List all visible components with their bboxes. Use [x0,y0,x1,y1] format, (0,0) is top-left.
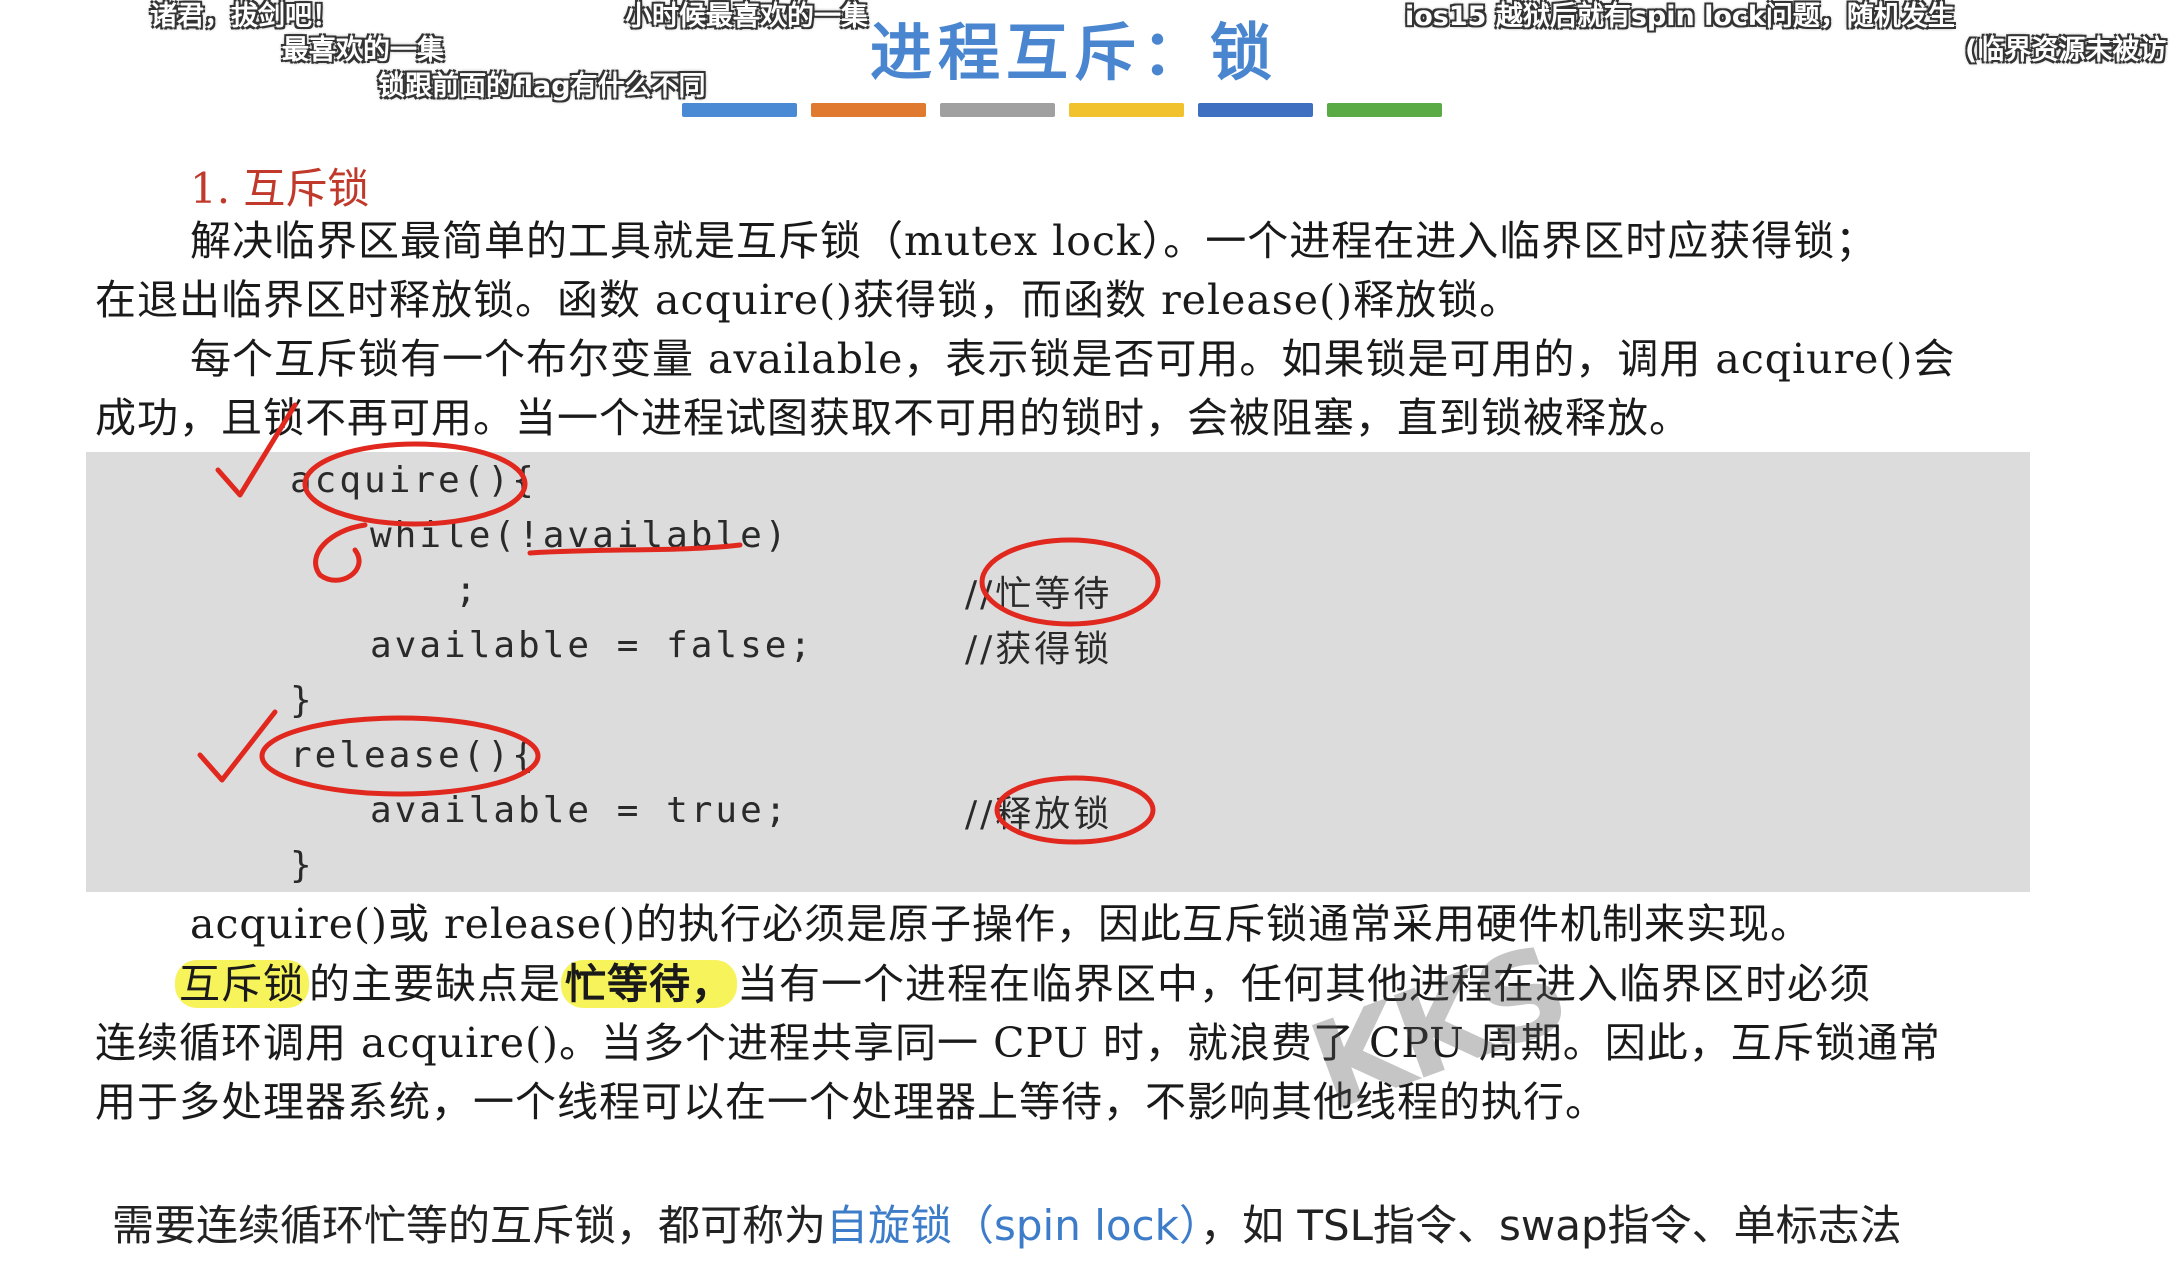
code-line: available = true; [370,790,790,831]
section-title: 1. 互斥锁 [190,164,370,213]
code-line: } [290,680,315,721]
danmaku-comment: 锁跟前面的flag有什么不同 [378,71,706,102]
code-line: available = false; [370,625,815,666]
code-line: release(){ [290,735,537,776]
code-line: acquire(){ [290,460,537,501]
text-line: 解决临界区最简单的工具就是互斥锁（mutex lock）。一个进程在进入临界区时… [190,217,1878,265]
text-line: 连续循环调用 acquire()。当多个进程共享同一 CPU 时，就浪费了 CP… [95,1019,1941,1067]
title-color-bars [682,103,1442,117]
code-line: } [290,845,315,886]
danmaku-comment: 小时候最喜欢的一集 [625,1,868,32]
danmaku-comment: 最喜欢的一集 [282,35,444,66]
code-comment: //忙等待 [965,574,1113,615]
spin-lock-term: 自旋锁（spin lock） [826,1201,1200,1250]
text-line: 成功，且锁不再可用。当一个进程试图获取不可用的锁时，会被阻塞，直到锁被释放。 [95,394,1691,442]
danmaku-comment: (临界资源未被访 [1965,35,2167,66]
text-line: acquire()或 release()的执行必须是原子操作，因此互斥锁通常采用… [190,900,1813,948]
color-bar [940,103,1055,117]
paragraph-3: acquire()或 release()的执行必须是原子操作，因此互斥锁通常采用… [95,895,2035,954]
danmaku-comment: ios15 越狱后就有spin lock问题，随机发生 [1405,1,1955,32]
code-line: while(!available) [370,515,790,556]
code-comment: //释放锁 [965,794,1113,835]
code-line: ; [455,570,480,611]
text-line: 互斥锁的主要缺点是忙等待，当有一个进程在临界区中，任何其他进程在进入临界区时必须 [95,955,2035,1014]
highlight-mutex: 互斥锁 [175,960,309,1008]
paragraph-1: 解决临界区最简单的工具就是互斥锁（mutex lock）。一个进程在进入临界区时… [95,212,2035,330]
footer-note: 需要连续循环忙等的互斥锁，都可称为自旋锁（spin lock），如 TSL指令、… [112,1192,1902,1253]
slide-title: 进程互斥：锁 [870,16,1279,89]
text-span: 的主要缺点是 [309,960,561,1008]
text-span: 当有一个进程在临界区中，任何其他进程在进入临界区时必须 [737,960,1871,1008]
text-line: 每个互斥锁有一个布尔变量 available，表示锁是否可用。如果锁是可用的，调… [190,335,1956,383]
paragraph-4: 互斥锁的主要缺点是忙等待，当有一个进程在临界区中，任何其他进程在进入临界区时必须… [95,955,2035,1132]
color-bar [682,103,797,117]
text-line: 在退出临界区时释放锁。函数 acquire()获得锁，而函数 release()… [95,276,1522,324]
code-comment: //获得锁 [965,629,1113,670]
color-bar [1198,103,1313,117]
text-line: 用于多处理器系统，一个线程可以在一个处理器上等待，不影响其他线程的执行。 [95,1078,1607,1126]
footer-text: 需要连续循环忙等的互斥锁，都可称为 [112,1201,827,1250]
paragraph-2: 每个互斥锁有一个布尔变量 available，表示锁是否可用。如果锁是可用的，调… [95,330,2035,448]
color-bar [1069,103,1184,117]
color-bar [1327,103,1442,117]
color-bar [811,103,926,117]
highlight-busy-wait: 忙等待， [561,960,737,1008]
footer-text: ，如 TSL指令、swap指令、单标志法 [1199,1201,1902,1250]
